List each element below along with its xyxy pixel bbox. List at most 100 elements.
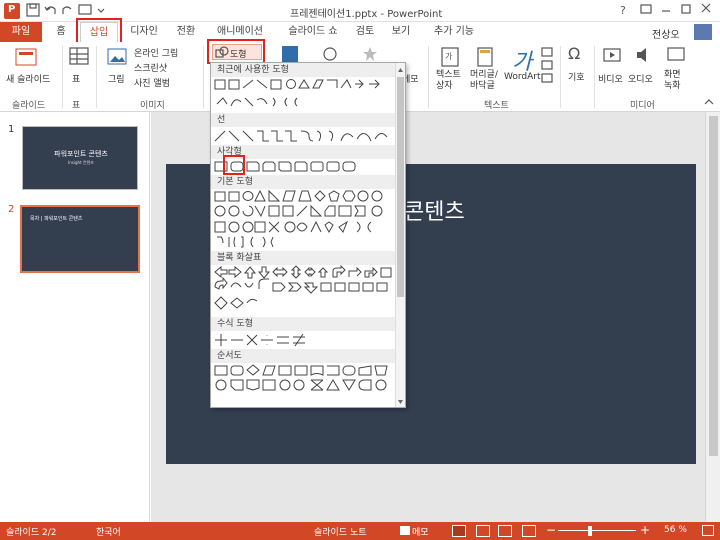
equation-shapes-grid[interactable] [213,331,395,349]
powerpoint-logo-icon: P [4,3,20,19]
basic-shapes-grid[interactable] [213,189,395,249]
group-separator [428,46,429,108]
comment-icon [400,526,410,535]
group-images-label: 이미지 [140,101,165,111]
audio-icon[interactable] [634,46,654,67]
thumb-title: 목차 | 파워포인트 콘텐츠 [30,216,83,222]
text-extra-icons[interactable] [540,46,554,89]
header-footer-button[interactable]: 머리글/ 바닥글 [470,70,504,92]
close-icon[interactable] [700,2,712,19]
slide-thumbnails-pane: 1 파워포인트 콘텐츠 Insight 컨텐츠 2 목차 | 파워포인트 콘텐츠 [0,112,150,522]
window-title: 프레젠테이션1.pptx - PowerPoint [290,9,443,20]
dropdown-scroll-thumb[interactable] [397,77,404,297]
lines-grid[interactable] [213,127,395,145]
zoom-level[interactable]: 56 % [664,525,687,535]
group-separator [203,46,204,108]
screen-record-button[interactable]: 화면 녹화 [664,70,688,92]
main-slide-title[interactable]: 콘텐츠 [404,194,465,226]
symbol-button[interactable]: 기호 [568,70,585,83]
section-flowchart: 순서도 [211,349,395,363]
reading-view-icon[interactable] [498,525,512,537]
new-slide-icon[interactable] [14,46,40,73]
group-media-label: 미디어 [630,101,655,111]
section-recent-shapes: 최근에 사용한 도형 [211,63,395,77]
video-button[interactable]: 비디오 [598,72,623,85]
ribbon-tabs: 파일 홈 삽입 디자인 전환 애니메이션 슬라이드 쇼 검토 보기 추가 기능 … [0,18,720,46]
scroll-up-arrow-icon[interactable] [397,65,404,73]
collapse-ribbon-icon[interactable] [704,98,714,109]
user-name[interactable]: 전상오 [652,26,680,41]
thumb-title: 파워포인트 콘텐츠 [54,150,108,158]
textbox-icon[interactable]: 가 [440,46,460,71]
new-slide-button[interactable]: 새 슬라이드 [6,72,50,85]
highlight-rounded-rectangle [223,155,245,175]
group-tables-label: 표 [72,101,81,111]
minimize-icon[interactable] [660,2,672,19]
thumb-subtitle: Insight 컨텐츠 [68,160,94,165]
section-lines: 선 [211,113,395,127]
tab-review[interactable]: 검토 [350,22,380,42]
group-separator [62,46,63,108]
undo-icon[interactable] [44,3,60,19]
language-indicator[interactable]: 한국어 [96,525,121,538]
vertical-scrollbar[interactable] [705,112,720,522]
picture-icon[interactable] [106,46,128,71]
dropdown-scrollbar[interactable] [395,63,405,407]
zoom-out-button[interactable]: − [546,523,556,537]
photo-album-button[interactable]: 사진 앨범 [134,76,170,89]
table-icon[interactable] [68,46,90,71]
help-button[interactable]: ? [620,4,626,17]
comments-button[interactable]: 메모 [412,525,429,538]
wordart-button[interactable]: WordArt [504,72,541,82]
zoom-slider[interactable] [558,530,636,531]
audio-button[interactable]: 오디오 [628,72,653,85]
online-picture-button[interactable]: 온라인 그림 [134,46,178,59]
symbol-icon[interactable]: Ω [568,44,580,63]
avatar[interactable] [694,24,712,40]
tab-addins[interactable]: 추가 기능 [426,22,482,42]
recent-shapes-grid[interactable] [213,78,395,112]
svg-text:가: 가 [445,52,453,61]
slide-thumbnail-1[interactable]: 파워포인트 콘텐츠 Insight 컨텐츠 [22,126,138,190]
tab-transitions[interactable]: 전환 [168,22,204,42]
smartart-icon[interactable] [282,46,298,62]
picture-button[interactable]: 그림 [108,72,125,85]
block-arrows-grid[interactable] [213,265,395,317]
group-text-label: 텍스트 [484,101,509,111]
tab-file[interactable]: 파일 [0,22,42,42]
zoom-slider-thumb[interactable] [588,526,592,536]
slideshow-start-icon[interactable] [78,3,94,19]
save-icon[interactable] [26,3,42,19]
flowchart-grid[interactable] [213,363,395,405]
slide-number: 2 [8,204,15,215]
header-footer-icon[interactable] [476,46,494,71]
maximize-icon[interactable] [680,2,692,19]
ribbon-display-icon[interactable] [640,3,652,18]
section-block-arrows: 블록 화살표 [211,251,395,265]
group-separator [594,46,595,108]
scroll-down-arrow-icon[interactable] [397,397,404,405]
screen-record-icon[interactable] [666,46,686,67]
screenshot-button[interactable]: 스크린샷 [134,61,167,74]
notes-button[interactable]: 슬라이드 노트 [314,525,367,538]
tab-design[interactable]: 디자인 [124,22,164,42]
normal-view-icon[interactable] [452,525,466,537]
tab-slideshow[interactable]: 슬라이드 쇼 [280,22,346,42]
textbox-button[interactable]: 텍스트 상자 [436,70,468,92]
customize-toolbar-icon[interactable] [96,3,112,19]
shapes-dropdown: 최근에 사용한 도형 선 사각형 기본 도형 블록 화살표 수식 도형 순서도 [210,62,406,408]
zoom-in-button[interactable]: + [640,523,650,537]
group-separator [560,46,561,108]
slide-thumbnail-2[interactable]: 목차 | 파워포인트 콘텐츠 [20,205,140,273]
slideshow-view-icon[interactable] [522,525,536,537]
slide-sorter-icon[interactable] [476,525,490,537]
scroll-thumb[interactable] [709,116,718,456]
slide-number: 1 [8,124,15,135]
video-icon[interactable] [602,46,622,67]
table-button[interactable]: 표 [72,72,80,85]
tab-home[interactable]: 홈 [46,22,76,42]
redo-icon[interactable] [60,3,76,19]
fit-to-window-icon[interactable] [702,525,714,536]
status-bar: 슬라이드 2/2 한국어 슬라이드 노트 메모 − + 56 % [0,522,720,540]
tab-view[interactable]: 보기 [386,22,416,42]
